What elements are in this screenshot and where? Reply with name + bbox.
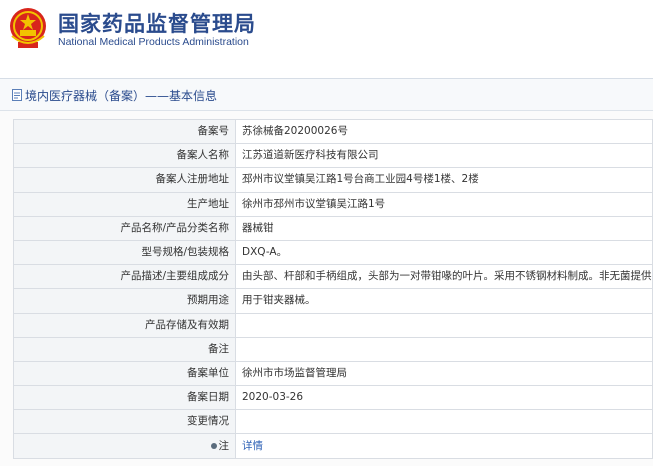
- table-row: 备注: [13, 336, 653, 362]
- table-row: 变更情况: [13, 409, 653, 435]
- field-value: 江苏道道新医疗科技有限公司: [235, 143, 653, 169]
- field-label-text: 产品存储及有效期: [145, 318, 229, 331]
- field-value: [235, 312, 653, 338]
- field-label-text: 变更情况: [187, 415, 229, 428]
- field-label-text: 注: [218, 439, 230, 452]
- field-label: 生产地址: [13, 191, 236, 217]
- field-label: 产品存储及有效期: [13, 312, 236, 338]
- site-title-en: National Medical Products Administration: [58, 36, 249, 48]
- table-row: 注详情: [13, 433, 653, 459]
- field-value: 用于钳夹器械。: [235, 288, 653, 314]
- field-label: 备案日期: [13, 385, 236, 411]
- field-label: 产品名称/产品分类名称: [13, 215, 236, 241]
- field-label-text: 生产地址: [187, 197, 229, 210]
- table-row: 生产地址 徐州市邳州市议堂镇吴江路1号: [13, 191, 653, 217]
- field-label-text: 备注: [208, 342, 229, 355]
- site-title-cn: 国家药品监督管理局: [58, 12, 256, 36]
- field-label: 备案人注册地址: [13, 167, 236, 193]
- field-label: 备案号: [13, 118, 236, 145]
- field-label-text: 备案日期: [187, 391, 229, 404]
- field-label: 变更情况: [13, 409, 236, 435]
- table-row: 产品存储及有效期: [13, 312, 653, 338]
- field-label-text: 预期用途: [187, 294, 229, 307]
- detail-panel: 境内医疗器械（备案）——基本信息 备案号 苏徐械备20200026号 备案人名称 江苏…: [0, 78, 653, 466]
- field-label-text: 备案单位: [187, 366, 229, 379]
- table-row: 产品描述/主要组成成分 由头部、杆部和手柄组成，头部为一对带钳喙的叶片。采用不锈钢…: [13, 264, 653, 290]
- site-header: 国家药品监督管理局 National Medical Products Admi…: [0, 0, 653, 68]
- table-row: 备案单位 徐州市市场监督管理局: [13, 360, 653, 387]
- table-row: 型号规格/包装规格 DXQ-A。: [13, 239, 653, 266]
- field-label-text: 产品名称/产品分类名称: [120, 221, 229, 234]
- field-value: 苏徐械备20200026号: [235, 118, 653, 145]
- field-label-text: 备案人名称: [176, 149, 230, 162]
- note-pin-icon: [210, 442, 217, 449]
- field-value: 详情: [235, 433, 653, 459]
- table-row: 备案号 苏徐械备20200026号: [13, 118, 653, 145]
- section-titlebar: 境内医疗器械（备案）——基本信息: [0, 79, 653, 111]
- field-value: 2020-03-26: [235, 385, 653, 411]
- table-row: 备案人名称 江苏道道新医疗科技有限公司: [13, 143, 653, 169]
- field-value: 器械钳: [235, 215, 653, 241]
- field-label: 备注: [13, 336, 236, 362]
- national-emblem-icon: [10, 8, 46, 48]
- field-label: 产品描述/主要组成成分: [13, 264, 236, 290]
- details-link[interactable]: 详情: [242, 440, 263, 452]
- table-row: 备案日期 2020-03-26: [13, 385, 653, 411]
- field-label: 型号规格/包装规格: [13, 239, 236, 266]
- field-label: 注: [13, 433, 236, 459]
- document-icon: [12, 89, 22, 101]
- table-row: 预期用途 用于钳夹器械。: [13, 288, 653, 314]
- field-value: [235, 409, 653, 435]
- field-label: 备案单位: [13, 360, 236, 387]
- info-table: 备案号 苏徐械备20200026号 备案人名称 江苏道道新医疗科技有限公司 备案人注册地…: [13, 118, 653, 459]
- field-label: 备案人名称: [13, 143, 236, 169]
- field-value: 徐州市邳州市议堂镇吴江路1号: [235, 191, 653, 217]
- field-label-text: 备案人注册地址: [155, 173, 230, 186]
- table-row: 产品名称/产品分类名称 器械钳: [13, 215, 653, 241]
- field-value: 由头部、杆部和手柄组成，头部为一对带钳喙的叶片。采用不锈钢材料制成。非无菌提供。: [235, 264, 653, 290]
- field-label-text: 产品描述/主要组成成分: [120, 270, 229, 283]
- field-value: 邳州市议堂镇吴江路1号台商工业园4号楼1楼、2楼: [235, 167, 653, 193]
- table-row: 备案人注册地址 邳州市议堂镇吴江路1号台商工业园4号楼1楼、2楼: [13, 167, 653, 193]
- field-value: 徐州市市场监督管理局: [235, 360, 653, 387]
- field-value: DXQ-A。: [235, 239, 653, 266]
- field-label-text: 型号规格/包装规格: [141, 246, 229, 259]
- field-value: [235, 336, 653, 362]
- field-label: 预期用途: [13, 288, 236, 314]
- section-title: 境内医疗器械（备案）——基本信息: [25, 89, 218, 103]
- field-label-text: 备案号: [197, 125, 230, 138]
